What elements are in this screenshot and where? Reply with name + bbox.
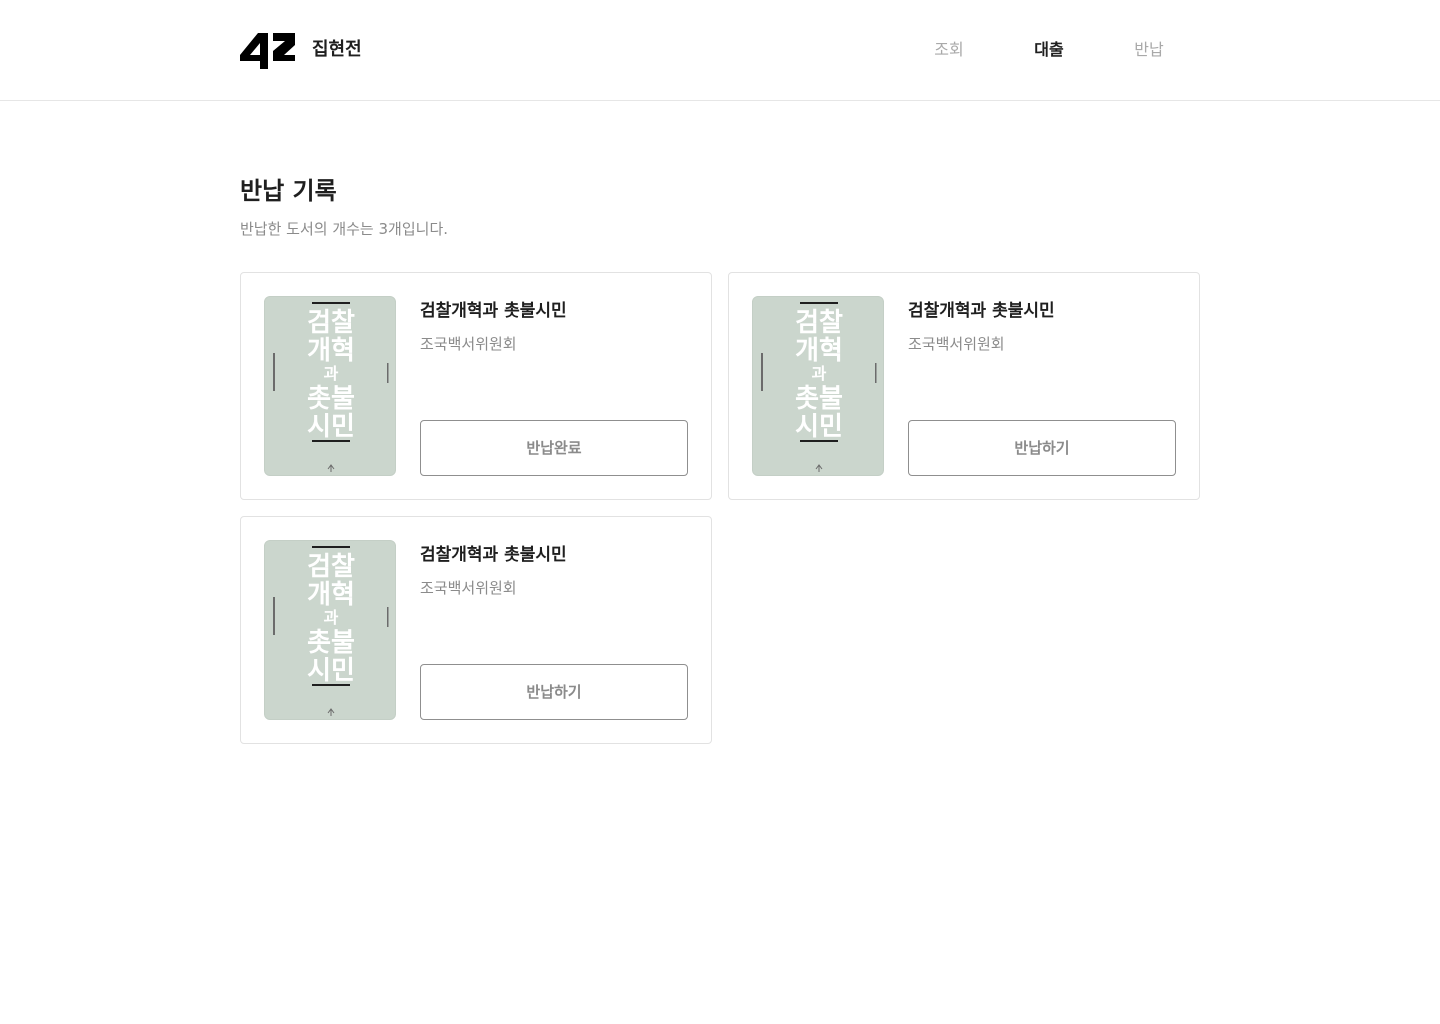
svg-text:촛불: 촛불: [307, 384, 355, 414]
svg-text:검찰: 검찰: [307, 308, 355, 338]
svg-text:과: 과: [324, 364, 339, 383]
return-button[interactable]: 반납하기: [908, 420, 1176, 476]
top-header: 집현전 조회 대출 반납: [0, 0, 1440, 101]
svg-text:검찰: 검찰: [307, 552, 355, 582]
page-subtitle: 반납한 도서의 개수는 3개입니다.: [240, 220, 449, 238]
svg-text:개혁: 개혁: [307, 580, 355, 610]
svg-text:시민: 시민: [307, 412, 355, 442]
svg-text:시민: 시민: [795, 412, 843, 442]
svg-text:과: 과: [324, 608, 339, 627]
logo-42-icon[interactable]: [240, 29, 296, 69]
book-cover-image: 검찰 개혁 과 촛불 시민: [264, 296, 396, 476]
svg-text:촛불: 촛불: [795, 384, 843, 414]
book-card: 검찰 개혁 과 촛불 시민 검찰개혁과 촛불시민 조국백서위원회 반납하기: [240, 516, 712, 744]
book-author: 조국백서위원회: [420, 579, 517, 597]
svg-text:검찰: 검찰: [795, 308, 843, 338]
svg-text:과: 과: [812, 364, 827, 383]
nav-lookup[interactable]: 조회: [909, 38, 989, 62]
book-author: 조국백서위원회: [420, 335, 517, 353]
return-button[interactable]: 반납하기: [420, 664, 688, 720]
svg-text:시민: 시민: [307, 656, 355, 686]
book-title: 검찰개혁과 촛불시민: [420, 301, 567, 321]
book-card: 검찰 개혁 과 촛불 시민 검찰개혁과 촛불시민 조국백서위원회 반납완료: [240, 272, 712, 500]
book-title: 검찰개혁과 촛불시민: [908, 301, 1055, 321]
page-title: 반납 기록: [240, 177, 337, 205]
nav-borrow[interactable]: 대출: [1009, 38, 1089, 62]
return-complete-button[interactable]: 반납완료: [420, 420, 688, 476]
svg-text:개혁: 개혁: [795, 336, 843, 366]
brand-name[interactable]: 집현전: [312, 38, 362, 62]
nav-return[interactable]: 반납: [1109, 38, 1189, 62]
svg-text:개혁: 개혁: [307, 336, 355, 366]
book-cover-image: 검찰 개혁 과 촛불 시민: [264, 540, 396, 720]
svg-text:촛불: 촛불: [307, 628, 355, 658]
book-cover-image: 검찰 개혁 과 촛불 시민: [752, 296, 884, 476]
book-author: 조국백서위원회: [908, 335, 1005, 353]
book-title: 검찰개혁과 촛불시민: [420, 545, 567, 565]
book-card: 검찰 개혁 과 촛불 시민 검찰개혁과 촛불시민 조국백서위원회 반납하기: [728, 272, 1200, 500]
